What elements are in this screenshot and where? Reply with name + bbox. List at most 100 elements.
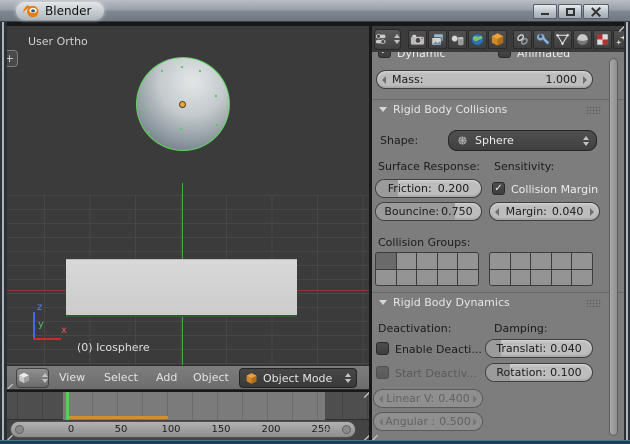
maximize-button[interactable] [558,4,582,19]
tab-texture[interactable] [593,30,612,49]
vertex-dot [180,128,182,130]
collision-group-cell[interactable] [511,253,531,269]
timeline-add-button[interactable]: + [322,423,331,436]
timeline-scrollbar[interactable]: 0 50 100 150 200 250 [10,421,356,438]
tab-scene[interactable] [448,30,467,49]
collision-group-cell[interactable] [376,253,396,269]
current-frame-marker[interactable] [66,392,69,420]
tab-constraints[interactable] [513,30,532,49]
angular-velocity-field[interactable]: Angular : 0.500 [373,412,483,431]
collision-group-cell[interactable] [572,253,592,269]
ground-plane-object[interactable] [66,259,297,317]
menu-object[interactable]: Object [193,371,229,384]
timeline-editor[interactable]: 0 50 100 150 200 250 + [7,392,369,440]
tab-render[interactable] [408,30,427,49]
tab-render-layers[interactable] [428,30,447,49]
increment-icon[interactable] [583,76,587,84]
menu-add[interactable]: Add [156,371,177,384]
tab-material[interactable] [573,30,592,49]
expand-region-button[interactable]: + [7,50,18,67]
collision-group-cell[interactable] [531,253,551,269]
dynamic-checkbox[interactable]: ✓ [378,52,391,58]
collision-margin-checkbox[interactable]: ✓ [492,182,505,195]
titlebar[interactable]: Blender [0,0,630,22]
margin-value: 0.040 [552,205,584,218]
collision-margin-label: Collision Margin [511,183,598,196]
close-icon [591,7,601,17]
translation-damping-slider[interactable]: Translati: 0.040 [485,339,593,358]
tab-world[interactable] [468,30,487,49]
vertex-dot [161,70,163,72]
panel-grip-icon[interactable] [586,299,602,307]
scrollbar-end-handle[interactable] [342,425,351,434]
timeline-cache-bar [66,416,168,419]
collision-group-cell[interactable] [438,270,458,286]
margin-field[interactable]: Margin: 0.040 [489,202,600,221]
panel-header-rigid-body-collisions[interactable]: Rigid Body Collisions [372,99,624,119]
linear-velocity-field[interactable]: Linear V: 0.400 [373,389,483,408]
frame-tick: 200 [256,424,286,435]
collision-group-cell[interactable] [397,270,417,286]
mass-value: 1.000 [546,73,578,86]
menu-select[interactable]: Select [104,371,138,384]
modifiers-icon [535,32,550,47]
friction-slider[interactable]: Friction: 0.200 [375,179,482,198]
panel-grip-icon[interactable] [586,106,602,114]
tab-modifiers[interactable] [533,30,552,49]
scrollbar[interactable] [609,58,618,436]
collision-group-cell[interactable] [572,270,592,286]
collision-group-cell[interactable] [438,253,458,269]
animated-label: Animated [517,52,570,60]
shape-dropdown[interactable]: Sphere [448,130,597,151]
collision-group-cell[interactable] [458,253,478,269]
collision-group-cell[interactable] [417,253,437,269]
collision-group-cell[interactable] [376,270,396,286]
axis-z-label: z [37,302,42,313]
active-object-info: (0) Icosphere [77,341,150,354]
selector-arrows-icon [42,373,48,383]
editor-type-selector[interactable] [374,29,401,50]
close-button[interactable] [583,4,609,19]
collision-group-cell[interactable] [552,270,572,286]
start-deactivated-checkbox[interactable] [376,366,389,379]
minimize-button[interactable] [533,4,557,19]
collision-group-cell[interactable] [490,270,510,286]
mode-dropdown[interactable]: Object Mode [239,368,357,388]
translation-label: Translati: [496,342,546,355]
collision-group-cell[interactable] [417,270,437,286]
enable-deactivation-checkbox[interactable] [376,342,389,355]
bounciness-slider[interactable]: Bouncine: 0.750 [375,202,482,221]
collision-group-cell[interactable] [397,253,417,269]
collision-group-cell[interactable] [490,253,510,269]
dropdown-arrows-icon [583,136,589,146]
object-data-icon [555,32,570,47]
vertex-dot [215,95,217,97]
timeline-track[interactable] [7,392,369,420]
increment-icon[interactable] [590,208,594,216]
menu-view[interactable]: View [59,371,85,384]
scrollbar-end-handle[interactable] [15,425,24,434]
rotation-value: 0.100 [550,366,582,379]
3d-view-editor-icon [17,371,31,385]
mass-field[interactable]: Mass: 1.000 [376,70,593,89]
3d-viewport[interactable]: User Ortho + z y x (0) Icosphere [7,26,369,365]
tab-physics[interactable] [613,30,624,49]
panel-header-rigid-body-dynamics[interactable]: Rigid Body Dynamics [372,292,624,312]
tab-object[interactable] [488,30,507,49]
collapse-triangle-icon[interactable] [379,107,387,112]
linear-velocity-label: Linear V: [386,392,434,405]
window-border-left [0,22,7,444]
linear-velocity-value: 0.400 [438,392,470,405]
collapse-triangle-icon[interactable] [379,300,387,305]
collision-group-cell[interactable] [552,253,572,269]
tab-object-data[interactable] [553,30,572,49]
rotation-damping-slider[interactable]: Rotation: 0.100 [485,363,593,382]
editor-type-selector[interactable] [16,368,49,388]
collision-group-cell[interactable] [511,270,531,286]
viewport-header: View Select Add Object Object Mode [7,365,369,390]
collision-group-cell[interactable] [531,270,551,286]
panel-title: Rigid Body Dynamics [393,296,510,309]
collision-groups-block-1 [375,252,479,286]
collision-group-cell[interactable] [458,270,478,286]
animated-checkbox[interactable] [498,52,511,58]
